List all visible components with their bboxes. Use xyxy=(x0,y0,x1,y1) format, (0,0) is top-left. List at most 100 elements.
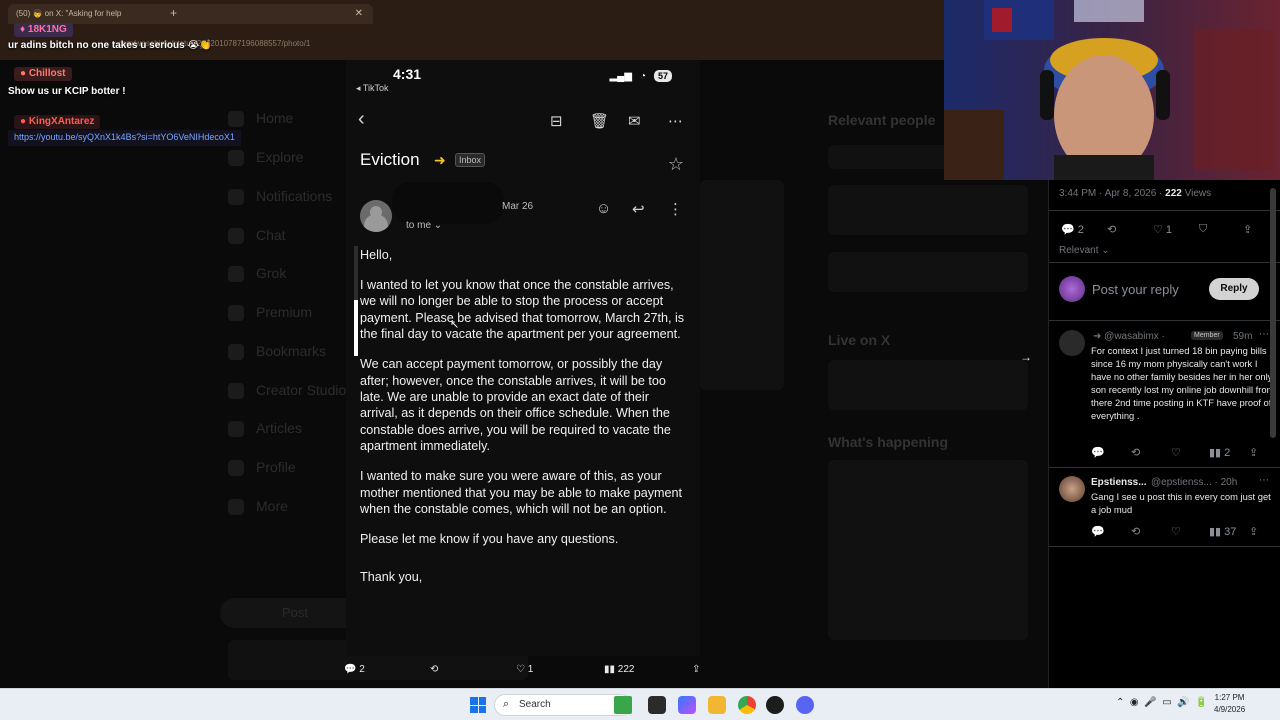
browser-tab[interactable]: (50) 👦 on X: "Asking for help ✕ xyxy=(8,4,373,24)
app-icon-obs[interactable] xyxy=(766,696,784,714)
reply-icon[interactable]: 💬 xyxy=(1091,446,1105,459)
bg-nav-label: Profile xyxy=(256,459,296,475)
file-explorer-icon[interactable] xyxy=(708,696,726,714)
reply-icon[interactable]: 💬 xyxy=(1091,525,1105,538)
emoji-react-icon[interactable]: ☺ xyxy=(596,200,611,217)
reply1-avatar xyxy=(1059,330,1085,356)
webcam-illustration xyxy=(944,0,1280,180)
inbox-badge[interactable]: Inbox xyxy=(455,153,486,167)
star-icon[interactable]: ☆ xyxy=(668,154,684,175)
heart-icon[interactable]: ♡ xyxy=(1171,525,1181,538)
app-icon-terminal[interactable] xyxy=(648,696,666,714)
reply1-handle-text: @wasabimx · xyxy=(1104,331,1165,342)
view-count[interactable]: ▮▮ 222 xyxy=(604,664,634,675)
clock-date: 4/9/2026 xyxy=(1214,705,1246,714)
profile-icon xyxy=(228,460,244,477)
chat-username-text: KingXAntarez xyxy=(28,116,95,127)
view-count-value: 222 xyxy=(617,664,635,675)
search-icon xyxy=(228,150,244,167)
repost-icon[interactable]: ⟲ xyxy=(1107,223,1116,236)
comment-icon: 💬 xyxy=(344,664,357,675)
like-count[interactable]: ♡ 1 xyxy=(516,664,533,675)
system-tray[interactable]: ⌃ ◉ 🎤 ▭ 🔊 🔋 xyxy=(1116,697,1208,708)
bell-icon xyxy=(228,189,244,206)
divider xyxy=(1049,320,1280,321)
email-paragraph: I wanted to let you know that once the c… xyxy=(360,278,685,342)
views-action[interactable]: ▮▮ 2 xyxy=(1209,446,1230,459)
trash-icon[interactable]: 🗑 xyxy=(590,112,609,130)
chat-link[interactable]: https://youtu.be/syQXnX1k4Bs?si=htYO6VeN… xyxy=(8,130,241,146)
repost-icon[interactable]: ⟲ xyxy=(1131,525,1140,538)
heart-icon: ♡ xyxy=(516,664,525,675)
recipient-toggle[interactable]: to me ⌄ xyxy=(406,220,442,231)
more-icon[interactable]: ⋯ xyxy=(1259,329,1269,340)
chat-username: ● Chillost xyxy=(14,67,72,81)
sender-avatar xyxy=(360,200,392,232)
more-icon[interactable]: ⋯ xyxy=(668,112,683,130)
close-icon[interactable]: ✕ xyxy=(355,8,363,19)
taskbar-clock[interactable]: 1:27 PM 4/9/2026 xyxy=(1214,692,1245,716)
divider xyxy=(1049,467,1280,468)
timestamp-text: 3:44 PM · Apr 8, 2026 · xyxy=(1059,188,1166,199)
mouse-cursor-icon: ↖ xyxy=(450,319,460,331)
wifi-icon: ◔ xyxy=(639,70,646,82)
copilot-icon[interactable] xyxy=(678,696,696,714)
important-label-icon: ➜ xyxy=(434,152,446,168)
email-body: Hello, I wanted to let you know that onc… xyxy=(360,247,690,599)
views-action[interactable]: ▮▮ 37 xyxy=(1209,525,1236,538)
repost-icon[interactable]: ⟲ xyxy=(1131,446,1140,459)
reply-icon[interactable]: ↩ xyxy=(632,200,645,218)
email-paragraph: Hello, xyxy=(360,248,393,262)
bg-live-on-x: Live on X xyxy=(828,332,891,348)
reply-sort-dropdown[interactable]: Relevant ⌄ xyxy=(1059,245,1110,256)
scrollbar[interactable] xyxy=(1270,188,1276,438)
new-tab-icon[interactable]: + xyxy=(170,6,177,20)
taskbar-search[interactable]: ⌕ Search xyxy=(494,694,632,716)
chrome-icon[interactable] xyxy=(738,696,756,714)
reply-count[interactable]: 💬 2 xyxy=(344,664,365,675)
bg-user-row xyxy=(828,252,1028,292)
share-icon[interactable]: ⇪ xyxy=(1243,223,1252,236)
windows-start-icon[interactable] xyxy=(470,697,486,713)
more-icon[interactable]: ⋮ xyxy=(668,200,683,218)
grok-icon xyxy=(228,266,244,283)
email-screenshot: 4:31 ▂▄▆ ◔ 57 ◂ TikTok ‹ ⊟ 🗑 ✉ ⋯ Evictio… xyxy=(346,60,700,656)
reply-button[interactable]: Reply xyxy=(1209,278,1259,300)
bg-live-card xyxy=(828,360,1028,410)
archive-icon[interactable]: ⊟ xyxy=(550,112,563,130)
chat-username-text: Chillost xyxy=(28,68,66,79)
bg-nav-label: Premium xyxy=(256,304,313,320)
email-paragraph: Thank you, xyxy=(360,570,423,585)
next-arrow-icon[interactable]: → xyxy=(1020,350,1032,364)
reply2-views-value: 37 xyxy=(1224,526,1237,538)
mark-unread-icon[interactable]: ✉ xyxy=(628,112,641,130)
email-subject: Eviction xyxy=(360,150,420,169)
app-icon-game[interactable] xyxy=(614,696,632,714)
bg-nav-label: Chat xyxy=(256,227,286,243)
like-action[interactable]: ♡ 1 xyxy=(1153,223,1172,236)
share-icon[interactable]: ⇪ xyxy=(1249,446,1258,459)
bg-nav-label: Creator Studio xyxy=(256,382,347,398)
reply1-text: For context I just turned 18 bin paying … xyxy=(1091,345,1275,421)
back-arrow-icon[interactable]: ‹ xyxy=(358,108,365,131)
bookmark-icon xyxy=(228,344,244,361)
share-icon[interactable]: ⇪ xyxy=(692,664,700,675)
chat-message: ur adins bitch no one takes u serious 😭👏 xyxy=(8,40,212,51)
reply1-views-value: 2 xyxy=(1224,447,1231,459)
scroll-indicator[interactable] xyxy=(354,246,358,356)
back-to-app[interactable]: ◂ TikTok xyxy=(356,83,389,94)
heart-icon[interactable]: ♡ xyxy=(1171,446,1181,459)
bg-nav-label: Grok xyxy=(256,265,287,281)
chat-username-text: 18K1NG xyxy=(27,24,67,35)
discord-icon[interactable] xyxy=(796,696,814,714)
bookmark-icon[interactable]: ⛉ xyxy=(1199,223,1207,236)
divider xyxy=(1049,262,1280,263)
bg-user-row xyxy=(828,185,1028,235)
more-icon[interactable]: ⋯ xyxy=(1259,475,1269,486)
reply-action[interactable]: 💬 2 xyxy=(1061,223,1084,236)
share-icon[interactable]: ⇪ xyxy=(1249,525,1258,538)
reply-input[interactable]: Post your reply xyxy=(1092,282,1179,297)
email-paragraph: Please let me know if you have any quest… xyxy=(360,532,619,547)
repost-count[interactable]: ⟲ xyxy=(430,664,438,675)
article-icon xyxy=(228,421,244,438)
